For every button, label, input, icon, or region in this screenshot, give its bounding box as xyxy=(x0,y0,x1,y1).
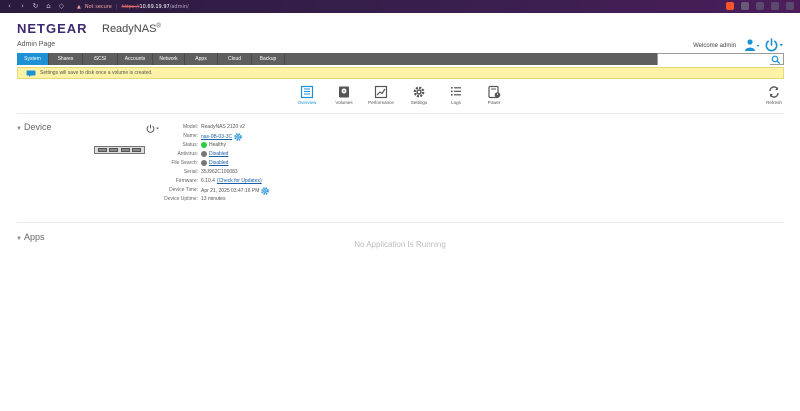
tab-cloud[interactable]: Cloud xyxy=(218,53,252,65)
power-settings-icon xyxy=(488,85,501,99)
status-disabled-icon xyxy=(201,151,207,157)
tab-system[interactable]: System xyxy=(17,53,49,65)
tab-accounts[interactable]: Accounts xyxy=(118,53,153,65)
prop-device-uptime-key: Device Uptime: xyxy=(164,196,198,202)
refresh-button[interactable]: Refresh xyxy=(762,85,786,105)
toolbar-settings-label: Settings xyxy=(410,100,428,105)
url-path: /admin/ xyxy=(169,3,189,10)
forward-icon[interactable]: › xyxy=(19,3,26,10)
tab-iscsi[interactable]: iSCSI xyxy=(83,53,118,65)
tab-network[interactable]: Network xyxy=(153,53,185,65)
toolbar-volumes[interactable]: Volumes xyxy=(324,85,364,105)
toolbar-overview[interactable]: Overview xyxy=(287,85,327,105)
logs-icon xyxy=(451,87,461,96)
toolbar-logs-label: Logs xyxy=(451,100,461,105)
notice-text: Settings will save to disk once a volume… xyxy=(40,70,153,76)
apps-empty-message: No Application Is Running xyxy=(354,240,446,249)
back-icon[interactable]: ‹ xyxy=(6,3,13,10)
prop-name-key: Name: xyxy=(183,133,198,139)
prop-status-key: Status: xyxy=(182,142,198,148)
tab-backup[interactable]: Backup xyxy=(252,53,285,65)
extension-icon[interactable] xyxy=(741,2,749,10)
toolbar-divider xyxy=(17,113,784,114)
product-name: ReadyNAS® xyxy=(102,23,161,35)
prop-firmware-value: 6.10.4 xyxy=(201,178,215,184)
refresh-label: Refresh xyxy=(766,100,782,105)
prop-antivirus-key: Antivirus: xyxy=(177,151,198,157)
prop-file-search-key: File Search: xyxy=(171,160,198,166)
toolbar-volumes-label: Volumes xyxy=(335,100,353,105)
status-healthy-icon xyxy=(201,142,207,148)
gear-icon[interactable] xyxy=(261,187,270,195)
prop-device-uptime-value: 13 minutes xyxy=(201,196,226,202)
nas-device-image xyxy=(94,146,145,154)
sidebar-icon[interactable] xyxy=(756,2,764,10)
collapse-caret-icon[interactable]: ▼ xyxy=(16,126,22,132)
tab-shares[interactable]: Shares xyxy=(49,53,83,65)
power-menu-icon[interactable] xyxy=(764,38,784,52)
tab-apps[interactable]: Apps xyxy=(185,53,218,65)
overview-icon xyxy=(300,85,314,99)
notice-banner: Settings will save to disk once a volume… xyxy=(17,67,784,79)
status-disabled-icon xyxy=(201,160,207,166)
app-header: NETGEAR ReadyNAS® Admin Page Welcome adm… xyxy=(0,13,800,53)
refresh-icon xyxy=(769,86,779,98)
prop-model-key: Model: xyxy=(182,124,198,130)
device-name-link[interactable]: nas-0B-03-3C xyxy=(201,134,232,140)
url-protocol: https:// xyxy=(121,3,140,10)
toolbar-overview-label: Overview xyxy=(297,100,317,105)
bookmark-icon[interactable]: ◇ xyxy=(58,3,65,10)
toolbar-power[interactable]: Power xyxy=(474,85,514,105)
home-icon[interactable]: ⌂ xyxy=(45,3,52,10)
toolbar-performance[interactable]: Performance xyxy=(361,85,401,105)
prop-status-value: Healthy xyxy=(209,142,226,148)
browser-nav: ‹ › ↻ ⌂ ◇ xyxy=(0,3,65,10)
user-menu-icon[interactable] xyxy=(744,39,760,51)
system-toolbar: Overview Volumes Performance Settings Lo… xyxy=(0,85,800,109)
toolbar-performance-label: Performance xyxy=(368,100,394,105)
toolbar-logs[interactable]: Logs xyxy=(436,85,476,105)
wallet-icon[interactable] xyxy=(771,2,779,10)
product-mark: ® xyxy=(156,23,161,30)
volumes-icon xyxy=(339,86,349,98)
section-divider xyxy=(17,222,784,223)
file-search-link[interactable]: Disabled xyxy=(209,160,228,166)
url-host: 10.69.19.97 xyxy=(139,3,170,10)
performance-icon xyxy=(374,85,388,99)
check-updates-link[interactable]: (Check for Updates) xyxy=(217,178,262,184)
welcome-text: Welcome admin xyxy=(693,43,736,49)
search-icon[interactable] xyxy=(771,55,781,64)
prop-serial-value: 35J962C100083 xyxy=(201,169,238,175)
prop-serial-key: Serial: xyxy=(183,169,198,175)
device-section-title: Device xyxy=(23,122,52,132)
prop-device-time-value: Apr 21, 2025 03:47:16 PM xyxy=(201,188,260,194)
menu-icon[interactable] xyxy=(786,2,794,10)
page-subtitle: Admin Page xyxy=(17,41,56,48)
toolbar-settings[interactable]: Settings xyxy=(399,85,439,105)
search-box xyxy=(657,53,784,73)
reload-icon[interactable]: ↻ xyxy=(32,3,39,10)
settings-icon xyxy=(413,86,425,98)
antivirus-link[interactable]: Disabled xyxy=(209,151,228,157)
netgear-logo: NETGEAR xyxy=(17,21,88,36)
product-label: ReadyNAS xyxy=(102,23,157,35)
prop-firmware-key: Firmware: xyxy=(175,178,198,184)
brave-shield-icon[interactable] xyxy=(726,2,734,10)
prop-device-time-key: Device Time: xyxy=(169,187,198,193)
toolbar-power-label: Power xyxy=(487,100,501,105)
address-divider: | xyxy=(115,3,118,10)
browser-chrome: ‹ › ↻ ⌂ ◇ ▲ Not secure | https:// 10.69.… xyxy=(0,0,800,13)
device-section-header[interactable]: ▼ Device xyxy=(16,122,51,132)
address-bar[interactable]: ▲ Not secure | https:// 10.69.19.97 /adm… xyxy=(77,4,189,10)
browser-actions xyxy=(726,2,794,10)
gear-icon[interactable] xyxy=(234,133,242,141)
security-label[interactable]: Not secure xyxy=(85,4,112,10)
prop-model-value: ReadyNAS 2120 v2 xyxy=(201,124,245,130)
message-icon xyxy=(26,70,36,77)
warning-icon[interactable]: ▲ xyxy=(77,4,81,10)
